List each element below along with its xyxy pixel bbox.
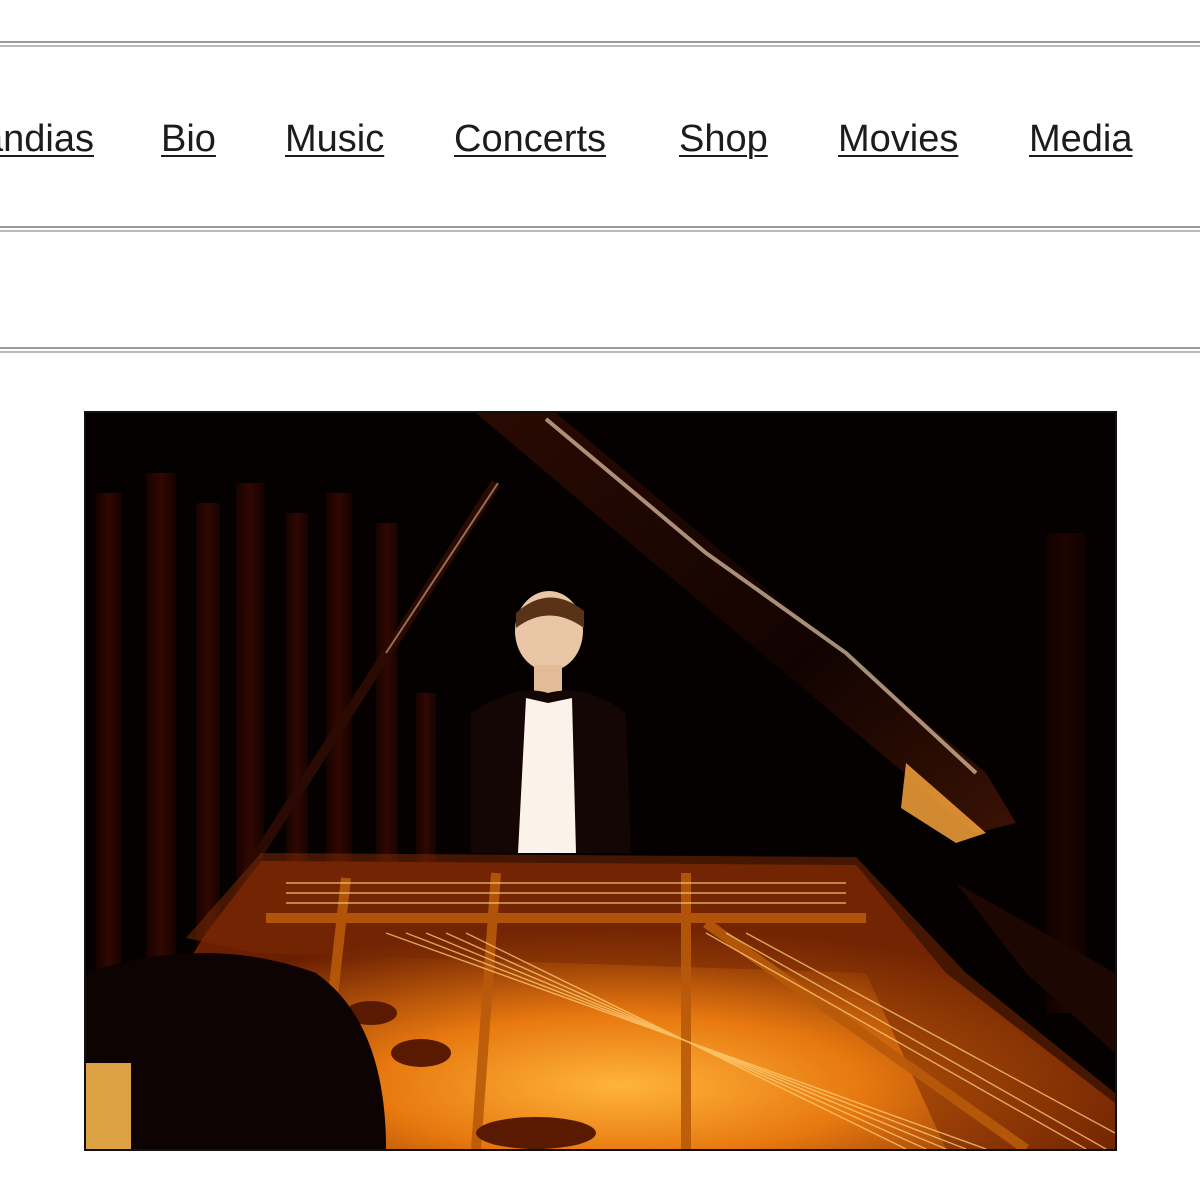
nav-bottom-divider xyxy=(0,226,1200,232)
nav-link-media[interactable]: Media xyxy=(1029,114,1133,164)
nav-link-bio[interactable]: Bio xyxy=(161,114,216,164)
pianist-photo-illustration xyxy=(86,413,1115,1149)
top-divider xyxy=(0,41,1200,47)
content-top-divider xyxy=(0,347,1200,353)
nav-link-music[interactable]: Music xyxy=(285,114,384,164)
nav-link-concerts[interactable]: Concerts xyxy=(454,114,606,164)
nav-link-movies[interactable]: Movies xyxy=(838,114,958,164)
page: Landias Bio Music Concerts Shop Movies M… xyxy=(0,0,1200,1200)
main-nav: Landias Bio Music Concerts Shop Movies M… xyxy=(0,114,1200,164)
hero-photo xyxy=(84,411,1117,1151)
nav-link-home[interactable]: Landias xyxy=(0,114,94,164)
nav-link-shop[interactable]: Shop xyxy=(679,114,768,164)
